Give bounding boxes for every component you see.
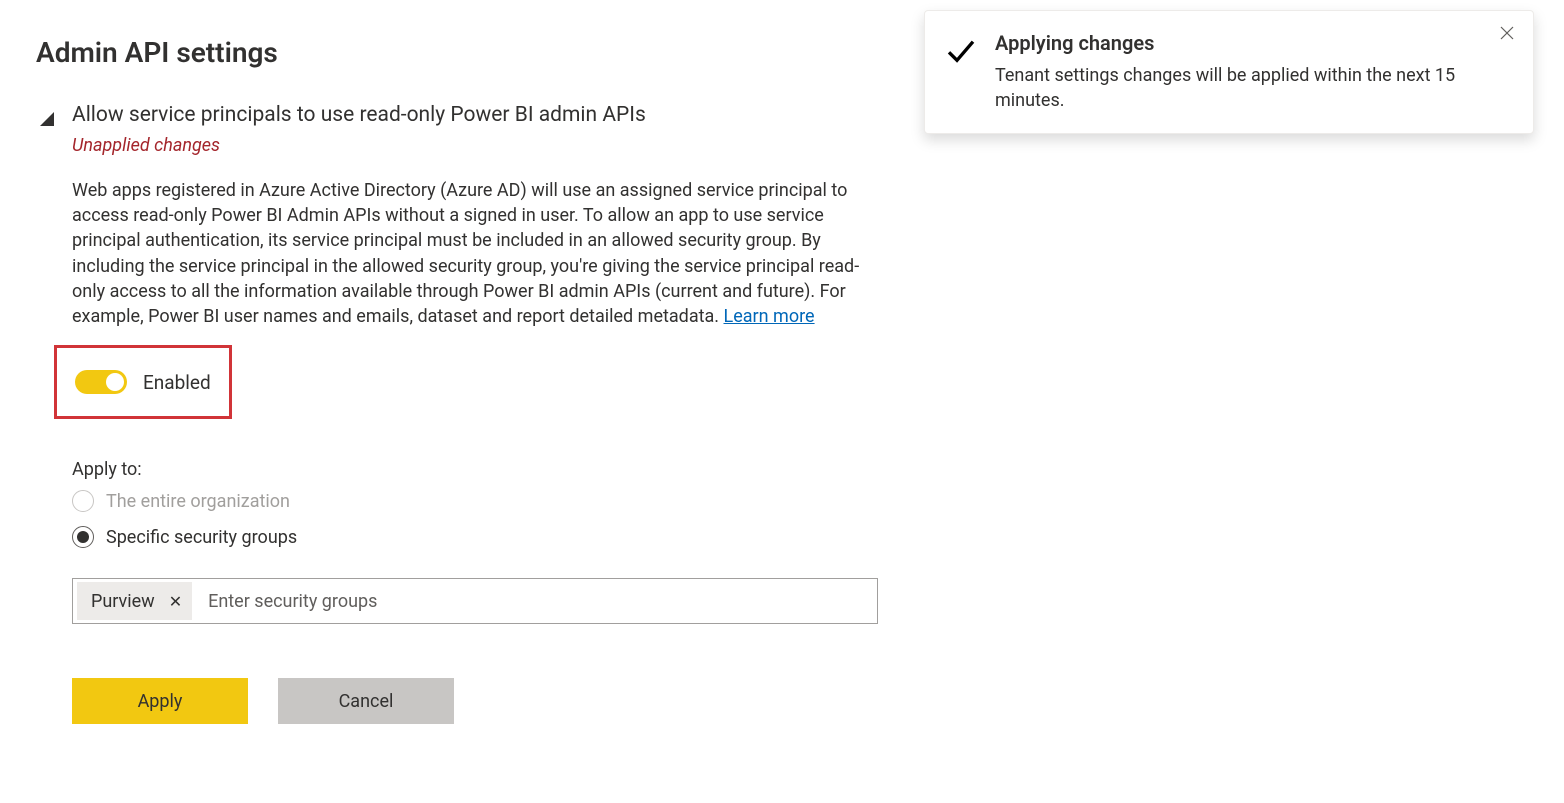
- unapplied-changes-label: Unapplied changes: [72, 135, 874, 156]
- security-groups-input[interactable]: [192, 583, 873, 619]
- chip-label: Purview: [91, 591, 155, 612]
- radio-entire-org: [72, 490, 94, 512]
- enabled-toggle[interactable]: [75, 370, 127, 394]
- apply-to-label: Apply to:: [72, 459, 874, 480]
- radio-specific-groups[interactable]: [72, 526, 94, 548]
- radio-entire-org-label: The entire organization: [106, 491, 290, 512]
- toast-close-icon[interactable]: [1499, 25, 1517, 43]
- toast-notification: Applying changes Tenant settings changes…: [924, 10, 1534, 134]
- setting-block: Allow service principals to use read-onl…: [36, 103, 874, 724]
- security-groups-field[interactable]: Purview ✕: [72, 578, 878, 624]
- radio-specific-groups-row: Specific security groups: [72, 526, 874, 548]
- chip-remove-icon[interactable]: ✕: [169, 592, 182, 611]
- radio-dot-icon: [77, 531, 89, 543]
- learn-more-link[interactable]: Learn more: [724, 306, 815, 327]
- setting-description: Web apps registered in Azure Active Dire…: [72, 178, 874, 329]
- security-group-chip: Purview ✕: [77, 582, 192, 620]
- cancel-button[interactable]: Cancel: [278, 678, 454, 724]
- checkmark-icon: [945, 35, 977, 67]
- toast-message: Tenant settings changes will be applied …: [995, 63, 1489, 113]
- radio-specific-groups-label: Specific security groups: [106, 527, 297, 548]
- setting-title: Allow service principals to use read-onl…: [72, 103, 874, 127]
- apply-button[interactable]: Apply: [72, 678, 248, 724]
- enabled-toggle-label: Enabled: [143, 371, 211, 394]
- collapse-caret-icon[interactable]: [40, 111, 54, 125]
- enabled-highlight-box: Enabled: [54, 345, 232, 419]
- description-text: Web apps registered in Azure Active Dire…: [72, 180, 859, 327]
- page-title: Admin API settings: [36, 36, 874, 69]
- radio-entire-org-row: The entire organization: [72, 490, 874, 512]
- toggle-knob: [106, 373, 124, 391]
- toast-title: Applying changes: [995, 31, 1489, 55]
- button-row: Apply Cancel: [72, 678, 874, 724]
